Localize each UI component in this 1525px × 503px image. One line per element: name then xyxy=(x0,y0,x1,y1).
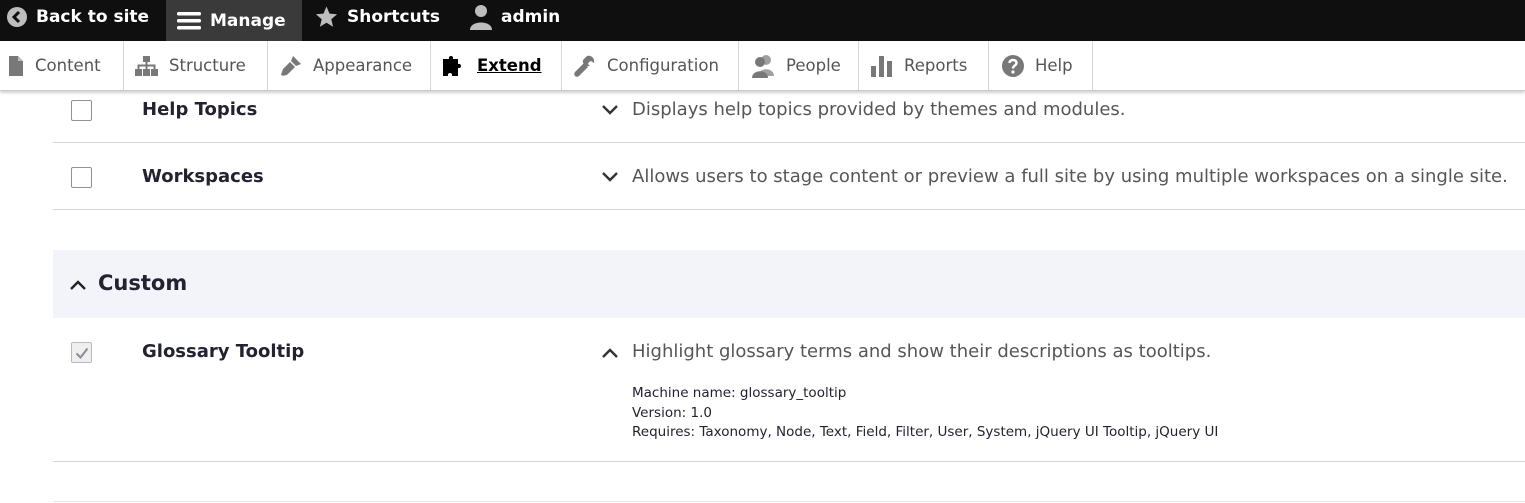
bar-chart-icon xyxy=(871,55,892,77)
help-topics-description[interactable]: Displays help topics provided by themes … xyxy=(632,99,1126,120)
file-icon xyxy=(9,55,23,76)
puzzle-icon xyxy=(443,55,461,76)
custom-group-header[interactable] xyxy=(53,250,1525,318)
tray-item-label: Configuration xyxy=(607,56,719,75)
tray-item-people[interactable]: People xyxy=(739,41,859,90)
tray-item-structure[interactable]: Structure xyxy=(124,41,268,90)
admin-toolbar: Back to site Manage Shortcuts admin xyxy=(0,0,1525,41)
glossary-tooltip-checkbox[interactable] xyxy=(71,342,92,363)
checkmark-icon xyxy=(75,347,89,360)
tray-item-extend[interactable]: Extend xyxy=(431,41,562,90)
glossary-tooltip-description[interactable]: Highlight glossary terms and show their … xyxy=(632,341,1211,362)
tray-item-label: Extend xyxy=(477,56,542,75)
row-divider xyxy=(53,209,1525,210)
user-tab[interactable]: admin xyxy=(469,0,560,33)
back-arrow-icon xyxy=(7,6,27,27)
custom-group-title[interactable]: Custom xyxy=(98,271,187,295)
back-to-site-label: Back to site xyxy=(36,6,150,27)
module-details: Machine name: glossary_tooltip Version: … xyxy=(632,384,1218,443)
shortcuts-tab[interactable]: Shortcuts xyxy=(314,0,440,33)
star-icon xyxy=(315,6,338,27)
chevron-down-icon[interactable] xyxy=(601,171,619,183)
row-divider xyxy=(53,461,1525,462)
tray-item-content[interactable]: Content xyxy=(0,41,124,90)
hamburger-menu-icon xyxy=(177,11,201,29)
tray-item-label: Appearance xyxy=(313,56,413,75)
workspaces-checkbox[interactable] xyxy=(71,167,92,188)
workspaces-description[interactable]: Allows users to stage content or preview… xyxy=(632,166,1508,187)
tray-item-configuration[interactable]: Configuration xyxy=(562,41,739,90)
tray-item-appearance[interactable]: Appearance xyxy=(268,41,431,90)
help-icon xyxy=(1002,54,1024,77)
tray-item-label: Structure xyxy=(169,56,246,75)
workspaces-name[interactable]: Workspaces xyxy=(142,166,264,187)
tray-item-label: Content xyxy=(35,56,101,75)
people-icon xyxy=(752,54,774,78)
manage-label: Manage xyxy=(210,10,286,31)
requires: Requires: Taxonomy, Node, Text, Field, F… xyxy=(632,424,1219,440)
help-topics-checkbox[interactable] xyxy=(71,100,92,121)
manage-tab[interactable]: Manage xyxy=(166,0,302,41)
user-icon xyxy=(470,4,492,30)
paintbrush-icon xyxy=(281,55,301,76)
user-label: admin xyxy=(501,6,561,27)
glossary-tooltip-name[interactable]: Glossary Tooltip xyxy=(142,341,304,362)
back-to-site-link[interactable]: Back to site xyxy=(6,0,149,33)
sitemap-icon xyxy=(135,55,158,76)
machine-name: Machine name: glossary_tooltip xyxy=(632,385,847,401)
wrench-icon xyxy=(574,55,595,77)
row-divider xyxy=(53,501,1525,502)
shortcuts-label: Shortcuts xyxy=(347,6,440,27)
tray-item-label: Help xyxy=(1035,56,1073,75)
version: Version: 1.0 xyxy=(632,404,712,421)
chevron-up-icon[interactable] xyxy=(601,347,619,359)
help-topics-name[interactable]: Help Topics xyxy=(142,99,257,120)
tray-item-label: Reports xyxy=(904,56,968,75)
chevron-down-icon[interactable] xyxy=(601,104,619,116)
tray-item-reports[interactable]: Reports xyxy=(859,41,989,90)
chevron-up-icon[interactable] xyxy=(69,279,87,291)
tray-item-help[interactable]: Help xyxy=(989,41,1093,90)
tray-item-label: People xyxy=(786,56,841,75)
admin-tray: Content Structure Appearance Extend Conf… xyxy=(0,41,1525,91)
row-divider xyxy=(53,142,1525,143)
